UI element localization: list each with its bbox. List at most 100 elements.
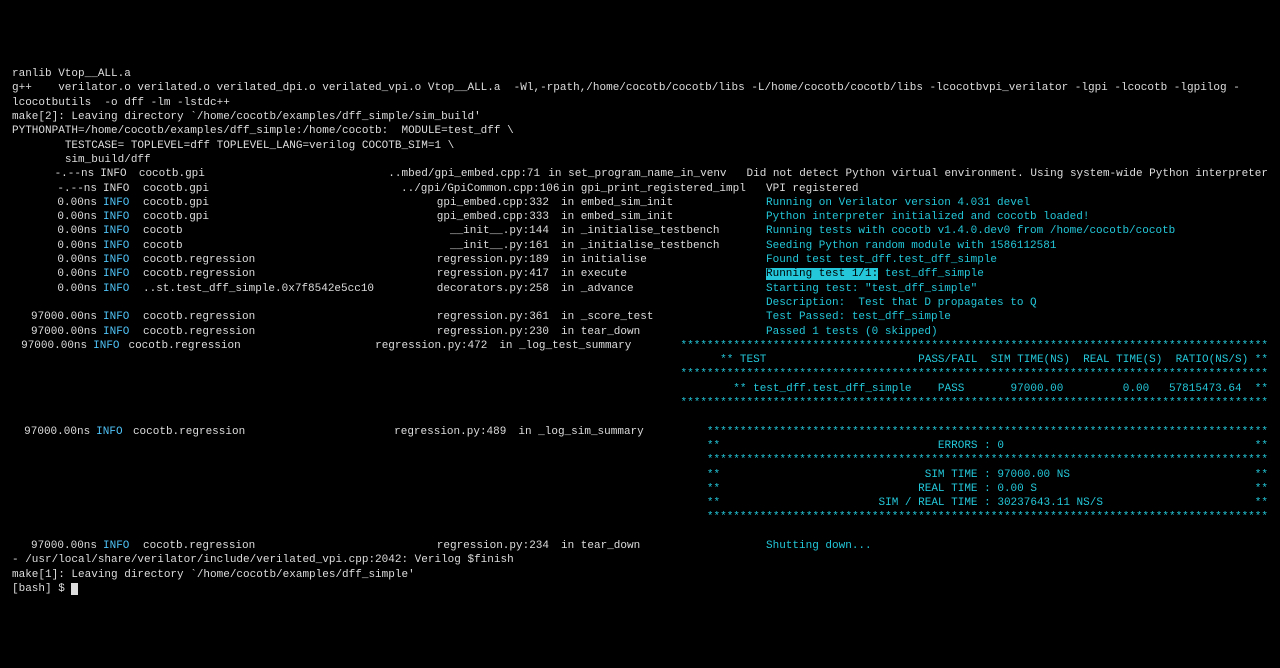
log-time: 0.00ns: [12, 267, 97, 281]
log-level: INFO: [103, 539, 143, 553]
log-level: INFO: [100, 167, 139, 181]
log-logger: cocotb.regression: [133, 425, 370, 439]
log-row: 0.00ns INFOcocotb.gpigpi_embed.cpp:333 i…: [12, 210, 1268, 224]
log-message: Test Passed: test_dff_simple: [766, 310, 1268, 324]
log-source: __init__.py:144: [401, 224, 549, 238]
log-level: INFO: [96, 425, 133, 439]
log-source: regression.py:472: [357, 339, 488, 353]
log-message: ** test_dff.test_dff_simple PASS 97000.0…: [733, 382, 1268, 396]
log-source: [357, 396, 488, 410]
log-source: decorators.py:258: [401, 282, 549, 296]
log-source: ../gpi/GpiCommon.cpp:106: [401, 182, 549, 196]
log-time: 0.00ns: [12, 282, 97, 296]
log-time: [12, 439, 90, 453]
log-logger: [133, 496, 370, 510]
log-level: INFO: [93, 339, 128, 353]
build-output-line: make[1]: Leaving directory `/home/cocotb…: [12, 568, 1268, 582]
log-level: [93, 367, 128, 381]
log-source: regression.py:189: [401, 253, 549, 267]
log-function: in initialise: [561, 253, 766, 267]
log-level: [96, 468, 133, 482]
log-message: Seeding Python random module with 158611…: [766, 239, 1268, 253]
log-time: 97000.00ns: [12, 325, 97, 339]
log-row: ****************************************…: [12, 510, 1268, 524]
log-function: in _advance: [561, 282, 766, 296]
log-level: INFO: [103, 267, 143, 281]
log-row: [12, 410, 1268, 424]
shell-prompt[interactable]: [bash] $: [12, 582, 1268, 596]
log-logger: cocotb.regression: [128, 339, 356, 353]
log-time: 0.00ns: [12, 210, 97, 224]
log-function: [537, 382, 733, 396]
log-source: regression.py:417: [401, 267, 549, 281]
log-function: [518, 453, 707, 467]
log-time: [12, 396, 87, 410]
log-source: [370, 496, 506, 510]
log-function: [518, 439, 707, 453]
log-row: ****************************************…: [12, 453, 1268, 467]
cursor: [71, 583, 78, 595]
log-level: INFO: [103, 282, 143, 296]
log-message: Python interpreter initialized and cocot…: [766, 210, 1268, 224]
log-time: 0.00ns: [12, 224, 97, 238]
log-logger: [143, 296, 401, 310]
log-function: in execute: [561, 267, 766, 281]
log-level: INFO: [103, 182, 143, 196]
log-message: ****************************************…: [681, 367, 1269, 381]
log-message: ****************************************…: [681, 339, 1269, 353]
log-function: [518, 482, 707, 496]
log-logger: [128, 367, 356, 381]
log-level: INFO: [103, 310, 143, 324]
log-message: Passed 1 tests (0 skipped): [766, 325, 1268, 339]
log-level: INFO: [103, 253, 143, 267]
log-source: [401, 296, 549, 310]
log-logger: cocotb.gpi: [143, 210, 401, 224]
build-output-line: sim_build/dff: [12, 153, 1268, 167]
log-logger: [135, 353, 377, 367]
log-message: Starting test: "test_dff_simple": [766, 282, 1268, 296]
log-source: [357, 367, 488, 381]
log-row: 97000.00ns INFOcocotb.regressionregressi…: [12, 425, 1268, 439]
log-message: Running tests with cocotb v1.4.0.dev0 fr…: [766, 224, 1268, 238]
build-output-line: g++ verilator.o verilated.o verilated_dp…: [12, 81, 1268, 110]
log-function: in gpi_print_registered_impl: [561, 182, 766, 196]
log-logger: cocotb.regression: [143, 310, 401, 324]
log-row: Description: Test that D propagates to Q: [12, 296, 1268, 310]
log-function: in _log_sim_summary: [518, 425, 707, 439]
log-message: ** REAL TIME : 0.00 S **: [707, 482, 1268, 496]
log-logger: [133, 510, 370, 524]
log-source: [370, 468, 506, 482]
log-row: 0.00ns INFOcocotb__init__.py:161 in _ini…: [12, 239, 1268, 253]
log-row: ** SIM / REAL TIME : 30237643.11 NS/S **: [12, 496, 1268, 510]
log-row: 97000.00ns INFOcocotb.regressionregressi…: [12, 539, 1268, 553]
log-message: ** ERRORS : 0 **: [707, 439, 1268, 453]
log-message: ****************************************…: [707, 425, 1268, 439]
log-level: [96, 439, 133, 453]
log-time: [12, 382, 93, 396]
log-message: ****************************************…: [707, 453, 1268, 467]
log-level: INFO: [103, 210, 143, 224]
log-row: [12, 525, 1268, 539]
log-logger: [128, 396, 356, 410]
log-source: [370, 439, 506, 453]
log-source: [370, 510, 506, 524]
log-logger: ..st.test_dff_simple.0x7f8542e5cc10: [143, 282, 401, 296]
log-message: ** TEST PASS/FAIL SIM TIME(NS) REAL TIME…: [720, 353, 1268, 367]
log-row: ** test_dff.test_dff_simple PASS 97000.0…: [12, 382, 1268, 396]
log-row: ****************************************…: [12, 367, 1268, 381]
log-message: Description: Test that D propagates to Q: [766, 296, 1268, 310]
log-level: [96, 510, 133, 524]
log-function: in _initialise_testbench: [561, 224, 766, 238]
log-row: 97000.00ns INFOcocotb.regressionregressi…: [12, 310, 1268, 324]
log-source: [384, 382, 525, 396]
log-logger: [133, 482, 370, 496]
log-row: 0.00ns INFOcocotb.regressionregression.p…: [12, 253, 1268, 267]
log-level: [99, 382, 137, 396]
log-function: [528, 353, 720, 367]
log-row: 0.00ns INFOcocotb__init__.py:144 in _ini…: [12, 224, 1268, 238]
log-row: 0.00ns INFOcocotb.gpigpi_embed.cpp:332 i…: [12, 196, 1268, 210]
log-source: [377, 353, 516, 367]
terminal-output[interactable]: ranlib Vtop__ALL.ag++ verilator.o verila…: [12, 67, 1268, 596]
log-function: in _log_test_summary: [499, 339, 680, 353]
log-message: ****************************************…: [681, 396, 1269, 410]
